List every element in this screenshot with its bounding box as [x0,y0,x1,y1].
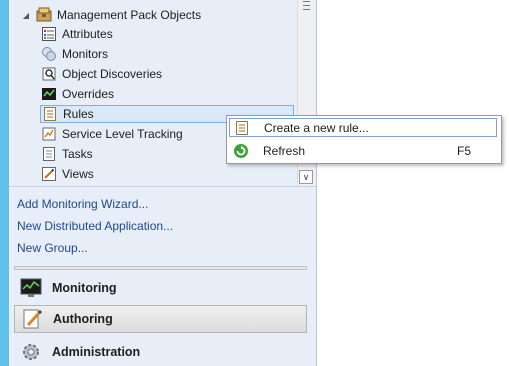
wunderbar-authoring[interactable]: Authoring [14,305,307,333]
service-level-icon [41,126,57,142]
authoring-icon [21,308,43,330]
tasks-icon [41,146,57,162]
accent-strip [0,0,9,366]
tree-item-views[interactable]: Views [40,165,294,183]
views-icon [41,166,57,182]
tree-item-attributes[interactable]: Attributes [40,25,294,43]
administration-gear-icon [20,341,42,363]
new-rule-icon [234,120,250,136]
new-group-link[interactable]: New Group... [17,241,88,255]
attributes-icon [41,26,57,42]
menu-item-create-new-rule[interactable]: Create a new rule... [229,118,497,137]
tree-item-label: Service Level Tracking [62,127,183,141]
menu-item-shortcut: F5 [457,143,472,158]
tree-root-label: Management Pack Objects [57,8,202,22]
tree-root-management-pack-objects[interactable]: ◢ Management Pack Objects [21,6,201,24]
wunderbar-splitter[interactable] [14,266,307,270]
add-monitoring-wizard-link[interactable]: Add Monitoring Wizard... [17,197,148,211]
tree-item-label: Rules [63,107,94,121]
new-distributed-application-link[interactable]: New Distributed Application... [17,219,173,233]
monitors-icon [41,46,57,62]
management-pack-icon [36,7,52,23]
wunderbar-monitoring[interactable]: Monitoring [14,274,307,302]
context-menu: Create a new rule... Refresh F5 [226,115,502,164]
menu-item-refresh[interactable]: Refresh F5 [229,141,497,160]
pane-divider [9,186,316,187]
tree-item-label: Monitors [62,47,109,61]
overrides-icon [41,86,57,102]
tree-item-label: Overrides [62,87,115,101]
wunderbar-administration[interactable]: Administration [14,338,307,366]
tree-item-overrides[interactable]: Overrides [40,85,294,103]
tree-item-monitors[interactable]: Monitors [40,45,294,63]
monitoring-icon [20,277,42,299]
wunderbar-monitoring-label: Monitoring [52,281,117,295]
tree-item-label: Tasks [62,147,93,161]
menu-item-label: Create a new rule... [264,120,369,135]
scroll-down-button[interactable]: ∨ [299,170,313,184]
tree-item-label: Attributes [62,27,113,41]
scroll-thumb-grip[interactable] [303,1,310,10]
rules-icon [42,106,58,122]
tree-item-label: Object Discoveries [62,67,163,81]
object-discoveries-icon [41,66,57,82]
tree-item-label: Views [62,167,94,181]
wunderbar-administration-label: Administration [52,345,141,359]
menu-item-label: Refresh [263,143,306,158]
refresh-icon [233,143,249,159]
collapse-arrow-icon[interactable]: ◢ [21,10,31,20]
tree-item-object-discoveries[interactable]: Object Discoveries [40,65,294,83]
wunderbar-authoring-label: Authoring [53,312,113,326]
